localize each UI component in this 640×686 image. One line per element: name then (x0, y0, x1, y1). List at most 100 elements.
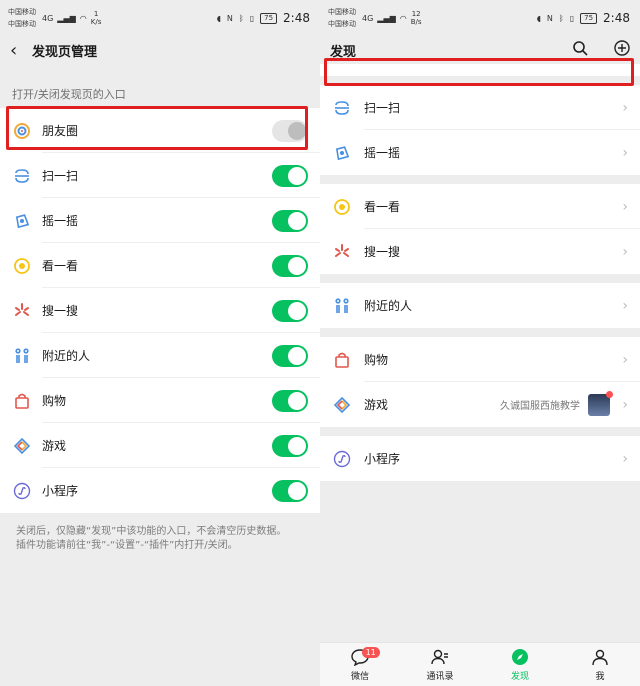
nearby-people-icon (12, 346, 32, 366)
item-label: 看一看 (42, 259, 79, 273)
tab-contacts[interactable]: 通讯录 (400, 643, 480, 686)
item-label: 购物 (364, 353, 389, 367)
wifi-icon: ◠ (79, 13, 87, 23)
contacts-icon (430, 647, 450, 667)
network-type: 4G (42, 13, 54, 23)
vibrate-icon: ▯ (249, 13, 255, 23)
bluetooth-icon: ᛒ (238, 13, 244, 23)
mini-program-icon (332, 449, 352, 469)
toggle-mini-program[interactable] (272, 480, 308, 502)
back-arrow-icon[interactable]: ‹ (10, 40, 32, 61)
list-item-scan: 扫一扫 (0, 153, 320, 198)
net-speed-value: 1 (93, 10, 99, 18)
footer-note: 关闭后，仅隐藏“发现”中该功能的入口，不会清空历史数据。 插件功能请前往“我”-… (0, 513, 320, 565)
game-icon (12, 436, 32, 456)
discover-entries-list: 朋友圈 扫一扫 摇一摇 看一看 搜一搜 附近的人 购物 游戏 小程序 (0, 108, 320, 513)
chevron-right-icon: › (622, 99, 628, 116)
tab-label: 我 (595, 672, 605, 682)
status-bar: 中国移动 中国移动 4G ▂▄▆ ◠ 12 B/s ◖ N ᛒ ▯ 75 2:4… (320, 0, 640, 36)
toggle-look[interactable] (272, 255, 308, 277)
item-label: 扫一扫 (42, 169, 79, 183)
item-label: 朋友圈 (42, 124, 79, 138)
scan-icon (12, 166, 32, 186)
item-label: 摇一摇 (364, 146, 401, 160)
shopping-bag-icon (12, 391, 32, 411)
network-type: 4G (362, 13, 374, 23)
chevron-right-icon: › (622, 243, 628, 260)
discover-item-game[interactable]: 游戏 久诚国服西施教学 › (320, 382, 640, 427)
item-label: 购物 (42, 394, 67, 408)
discover-item-scan[interactable]: 扫一扫 › (320, 85, 640, 130)
discover-management-screen: 中国移动 中国移动 4G ▂▄▆ ◠ 1 K/s ◖ N ᛒ ▯ 75 2:48… (0, 0, 320, 686)
red-dot-badge (606, 390, 613, 398)
list-item-shake: 摇一摇 (0, 198, 320, 243)
shake-icon (12, 211, 32, 231)
tab-chats[interactable]: 11 微信 (320, 643, 400, 686)
carrier-2: 中国移动 (8, 20, 36, 28)
shake-icon (332, 143, 352, 163)
search-icon (12, 301, 32, 321)
search-icon[interactable] (572, 40, 588, 60)
tab-discover[interactable]: 发现 (480, 643, 560, 686)
list-item-mini-program: 小程序 (0, 468, 320, 513)
item-label: 游戏 (42, 439, 67, 453)
toggle-shop[interactable] (272, 390, 308, 412)
tab-label: 微信 (350, 672, 369, 682)
discover-item-look[interactable]: 看一看 › (320, 184, 640, 229)
game-icon (332, 395, 352, 415)
nav-bar: ‹ 发现页管理 (0, 36, 320, 64)
headset-icon: ◖ (216, 13, 221, 23)
look-icon (332, 197, 352, 217)
discover-item-shop[interactable]: 购物 › (320, 337, 640, 382)
search-feature-icon (332, 242, 352, 262)
tab-me[interactable]: 我 (560, 643, 640, 686)
item-label: 搜一搜 (42, 304, 79, 318)
item-label: 搜一搜 (364, 245, 401, 259)
toggle-nearby[interactable] (272, 345, 308, 367)
discover-item-shake[interactable]: 摇一摇 › (320, 130, 640, 175)
carrier-1: 中国移动 (328, 8, 356, 16)
carrier-1: 中国移动 (8, 8, 36, 16)
toggle-shake[interactable] (272, 210, 308, 232)
item-label: 看一看 (364, 200, 401, 214)
moments-removed-gap (320, 64, 640, 76)
game-promo-text: 久诚国服西施教学 (500, 401, 580, 412)
toggle-moments[interactable] (272, 120, 308, 142)
item-label: 游戏 (364, 398, 389, 412)
chevron-right-icon: › (622, 198, 628, 215)
discover-item-mini-program[interactable]: 小程序 › (320, 436, 640, 481)
item-label: 附近的人 (364, 299, 413, 313)
chevron-right-icon: › (622, 450, 628, 467)
nfc-icon: N (546, 13, 553, 23)
clock: 2:48 (603, 11, 630, 25)
item-label: 小程序 (42, 484, 79, 498)
discover-item-nearby[interactable]: 附近的人 › (320, 283, 640, 328)
chevron-right-icon: › (622, 144, 628, 161)
net-speed-value: 12 (411, 10, 421, 18)
compass-icon (510, 647, 530, 667)
toggle-scan[interactable] (272, 165, 308, 187)
chevron-right-icon: › (622, 297, 628, 314)
nfc-icon: N (226, 13, 233, 23)
carrier-2: 中国移动 (328, 20, 356, 28)
item-label: 扫一扫 (364, 101, 401, 115)
discover-item-search[interactable]: 搜一搜 › (320, 229, 640, 274)
signal-icon: ▂▄▆ (57, 13, 76, 23)
net-speed-unit: K/s (90, 18, 102, 26)
signal-icon: ▂▄▆ (377, 13, 396, 23)
list-item-moments: 朋友圈 (0, 108, 320, 153)
person-icon (590, 647, 610, 667)
item-label: 摇一摇 (42, 214, 79, 228)
section-hint: 打开/关闭发现页的入口 (12, 88, 126, 101)
wifi-icon: ◠ (399, 13, 407, 23)
toggle-search[interactable] (272, 300, 308, 322)
add-icon[interactable] (614, 40, 630, 60)
list-item-nearby: 附近的人 (0, 333, 320, 378)
scan-icon (332, 98, 352, 118)
item-label: 附近的人 (42, 349, 91, 363)
toggle-game[interactable] (272, 435, 308, 457)
status-bar: 中国移动 中国移动 4G ▂▄▆ ◠ 1 K/s ◖ N ᛒ ▯ 75 2:48 (0, 0, 320, 36)
page-title: 发现 (330, 44, 357, 60)
list-item-shop: 购物 (0, 378, 320, 423)
tab-label: 通讯录 (426, 672, 454, 682)
